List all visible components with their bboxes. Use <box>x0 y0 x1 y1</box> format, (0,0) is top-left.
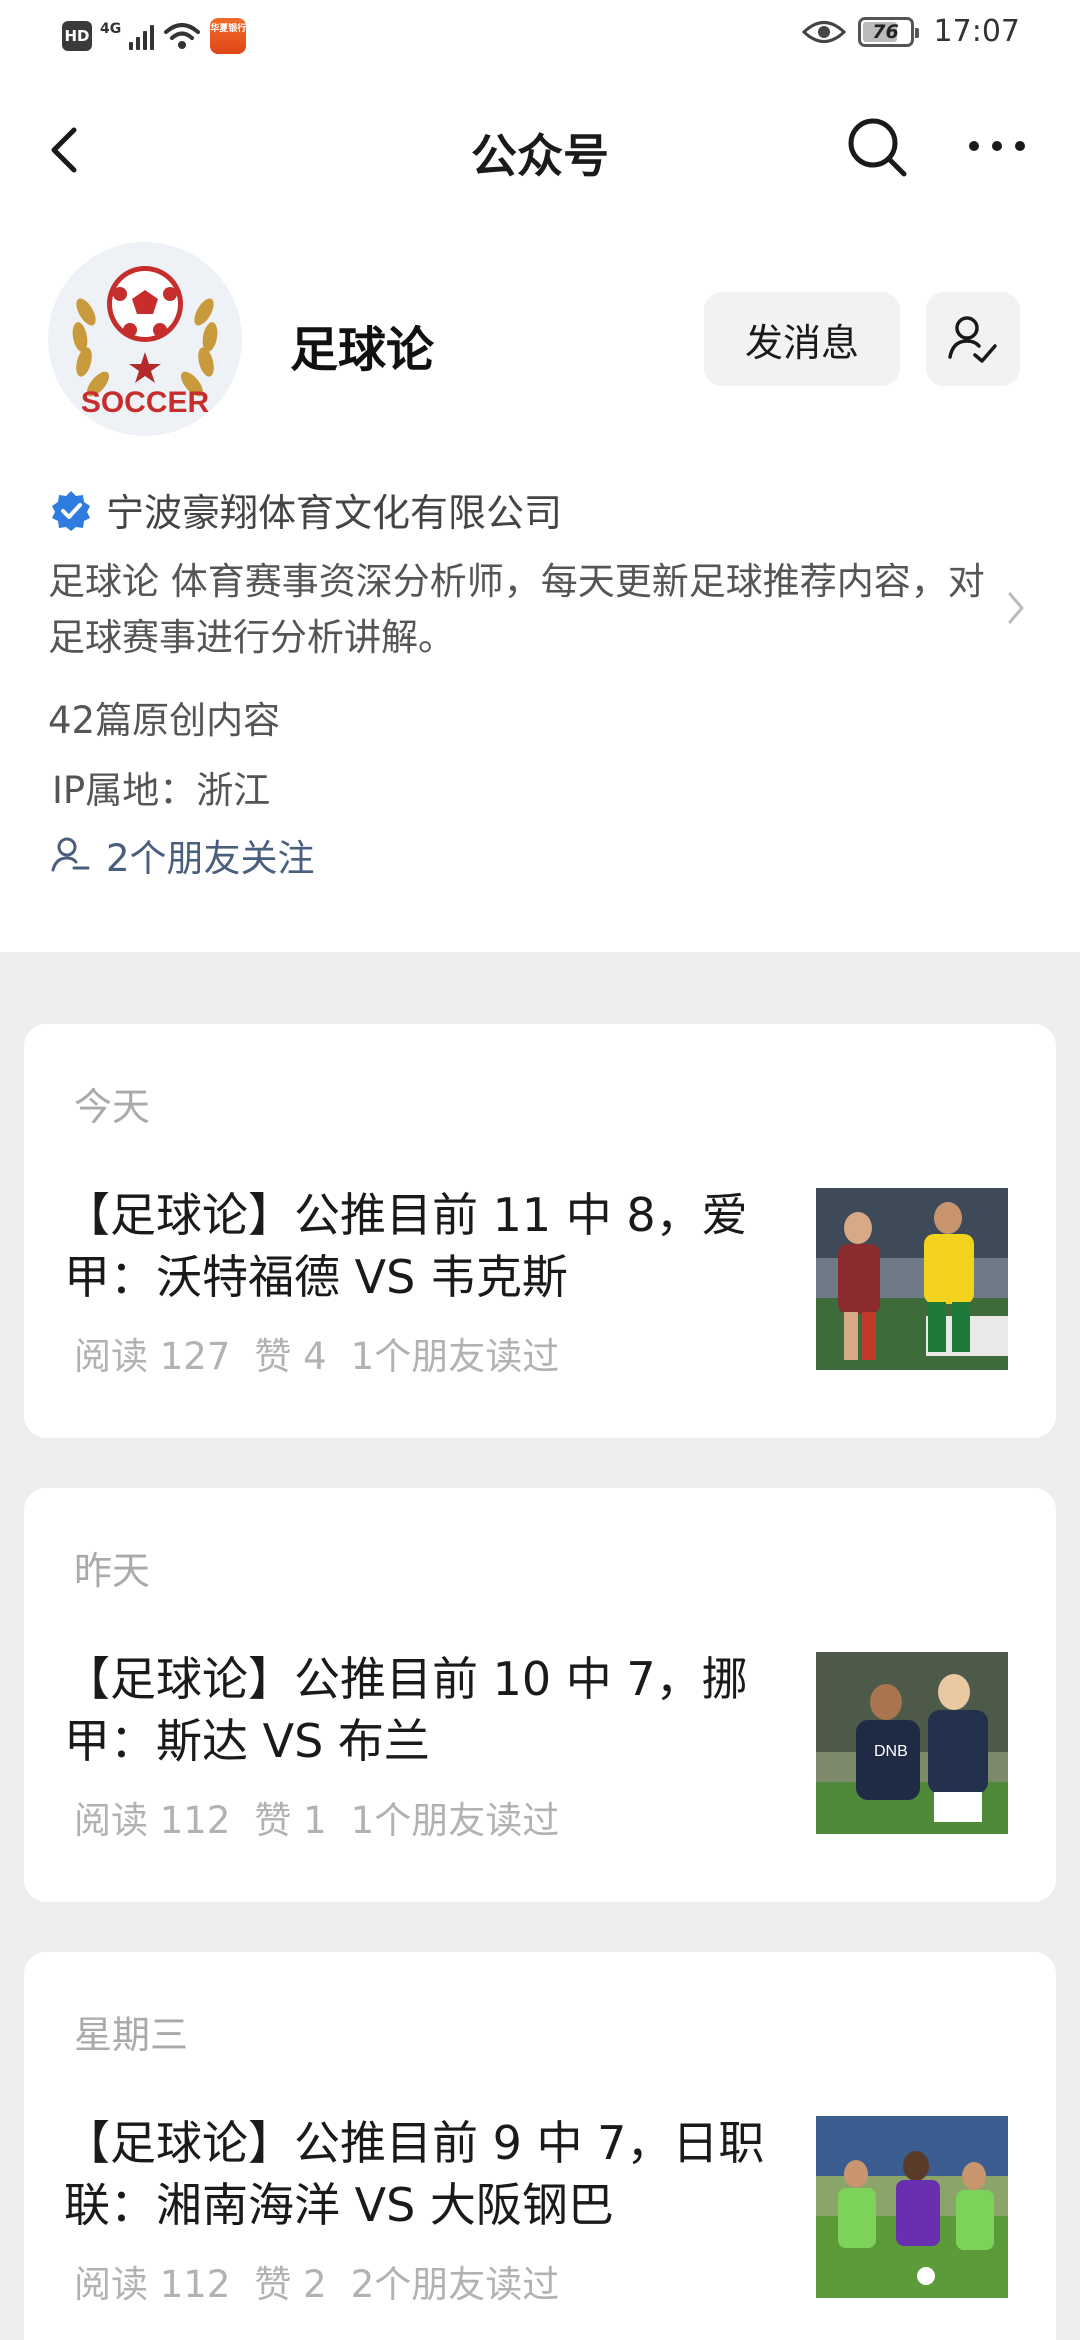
article-meta: 阅读 112 赞 1 1个朋友读过 <box>74 1790 583 1844</box>
account-name: 足球论 <box>290 322 435 378</box>
chevron-right-icon[interactable] <box>1006 588 1028 628</box>
status-bar-right: 76 17:07 <box>801 14 1020 49</box>
verified-badge-icon <box>52 490 90 531</box>
article-date: 昨天 <box>74 1549 151 1593</box>
article-title[interactable]: 【足球论】公推目前 9 中 7，日职联：湘南海洋 VS 大阪钢巴 <box>64 2112 814 2236</box>
friends-read: 2个朋友读过 <box>350 2263 560 2306</box>
ip-location: IP属地：浙江 <box>52 769 271 812</box>
svg-text:DNB: DNB <box>874 1743 908 1760</box>
search-icon[interactable] <box>844 114 910 180</box>
read-count: 阅读 127 <box>74 1335 231 1378</box>
article-thumbnail[interactable] <box>816 2116 1008 2298</box>
like-count: 赞 2 <box>254 2263 327 2306</box>
like-count: 赞 1 <box>254 1799 327 1842</box>
article-date: 今天 <box>74 1085 151 1129</box>
bank-app-icon: 华夏银行 <box>210 18 246 54</box>
article-date: 星期三 <box>74 2013 189 2057</box>
battery-icon: 76 <box>857 16 919 47</box>
friends-read: 1个朋友读过 <box>350 1799 560 1842</box>
read-count: 阅读 112 <box>74 2263 231 2306</box>
hd-icon: HD <box>62 21 92 51</box>
clock: 17:07 <box>933 14 1020 49</box>
like-count: 赞 4 <box>254 1335 327 1378</box>
wifi-icon <box>164 23 201 49</box>
verified-company: 宁波豪翔体育文化有限公司 <box>106 491 563 535</box>
article-card[interactable]: 星期三 【足球论】公推目前 9 中 7，日职联：湘南海洋 VS 大阪钢巴 阅读 … <box>24 1952 1056 2340</box>
page-title: 公众号 <box>471 129 609 183</box>
person-icon <box>51 837 90 872</box>
verified-row[interactable]: 宁波豪翔体育文化有限公司 <box>50 482 562 537</box>
friends-following-row[interactable]: 2个朋友关注 <box>50 828 315 882</box>
signal-icon <box>129 22 155 50</box>
article-card[interactable]: 昨天 【足球论】公推目前 10 中 7，挪甲：斯达 VS 布兰 阅读 112 赞 … <box>24 1488 1056 1902</box>
article-meta: 阅读 112 赞 2 2个朋友读过 <box>74 2254 583 2308</box>
friends-following-text: 2个朋友关注 <box>106 837 315 880</box>
article-card[interactable]: 今天 【足球论】公推目前 11 中 8，爱甲：沃特福德 VS 韦克斯 阅读 12… <box>24 1024 1056 1438</box>
account-profile: SOCCER 足球论 发消息 宁波豪翔体育文化有限公司 足球论 体育赛事资深分析… <box>0 220 1080 952</box>
article-thumbnail[interactable] <box>816 1188 1008 1370</box>
article-title[interactable]: 【足球论】公推目前 10 中 7，挪甲：斯达 VS 布兰 <box>64 1648 814 1772</box>
more-icon[interactable] <box>962 126 1032 166</box>
network-type: 4G <box>100 21 122 37</box>
nav-bar: 公众号 <box>0 80 1080 220</box>
article-thumbnail[interactable]: DNB <box>816 1652 1008 1834</box>
article-title[interactable]: 【足球论】公推目前 11 中 8，爱甲：沃特福德 VS 韦克斯 <box>64 1184 814 1308</box>
original-content-count: 42篇原创内容 <box>48 699 281 742</box>
send-message-button[interactable]: 发消息 <box>704 292 900 386</box>
user-check-icon <box>948 316 997 363</box>
friends-read: 1个朋友读过 <box>350 1335 560 1378</box>
article-meta: 阅读 127 赞 4 1个朋友读过 <box>74 1326 583 1380</box>
account-description[interactable]: 足球论 体育赛事资深分析师，每天更新足球推荐内容，对足球赛事进行分析讲解。 <box>48 554 998 666</box>
soccer-logo-icon: SOCCER <box>72 266 218 419</box>
status-bar-left: HD 4G 华夏银行 <box>62 18 246 54</box>
official-account-page: HD 4G 华夏银行 76 17:07 公众号 SOCCER 足球论 发消息 宁… <box>0 0 1080 2340</box>
follow-button[interactable] <box>926 292 1020 386</box>
svg-text:SOCCER: SOCCER <box>81 386 210 419</box>
eye-icon <box>801 20 846 43</box>
avatar[interactable]: SOCCER <box>48 242 242 436</box>
status-bar: HD 4G 华夏银行 76 17:07 <box>0 0 1080 80</box>
battery-level: 76 <box>872 20 899 43</box>
read-count: 阅读 112 <box>74 1799 231 1842</box>
